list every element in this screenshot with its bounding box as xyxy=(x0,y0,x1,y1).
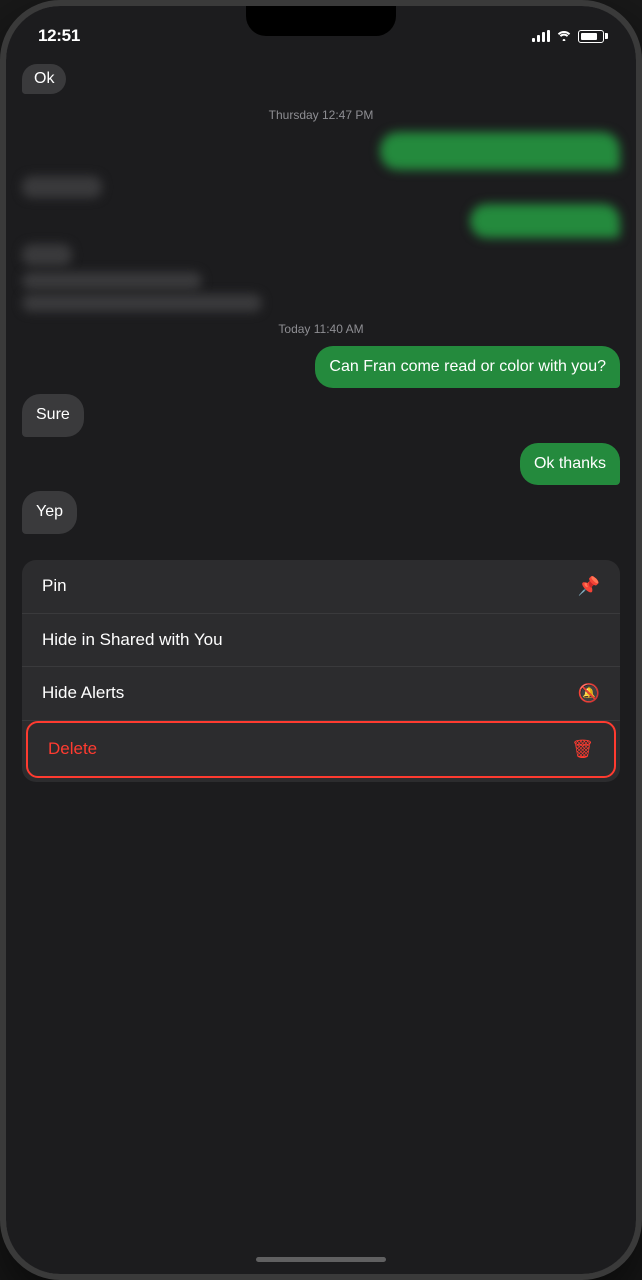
delete-label: Delete xyxy=(48,739,97,759)
list-item xyxy=(22,204,620,238)
list-item xyxy=(22,272,620,312)
timestamp-thursday: Thursday 12:47 PM xyxy=(22,108,620,122)
status-time: 12:51 xyxy=(38,26,80,46)
message-bubble-outgoing: Ok thanks xyxy=(520,443,620,485)
wifi-icon xyxy=(556,28,572,44)
signal-icon xyxy=(532,30,550,42)
menu-item-hide-alerts[interactable]: Hide Alerts 🔕 xyxy=(22,667,620,721)
pin-icon: 📌 xyxy=(578,576,600,597)
notch xyxy=(246,6,396,36)
list-item xyxy=(22,244,620,266)
list-item: Can Fran come read or color with you? xyxy=(22,346,620,388)
list-item xyxy=(22,132,620,170)
menu-item-hide-shared[interactable]: Hide in Shared with You xyxy=(22,614,620,667)
menu-item-pin[interactable]: Pin 📌 xyxy=(22,560,620,614)
hide-alerts-icon: 🔕 xyxy=(578,683,600,704)
screen: 12:51 xyxy=(6,6,636,1274)
context-menu: Pin 📌 Hide in Shared with You Hide Alert… xyxy=(22,560,620,782)
phone-frame: 12:51 xyxy=(0,0,642,1280)
list-item: Ok thanks xyxy=(22,443,620,485)
timestamp-today: Today 11:40 AM xyxy=(22,322,620,336)
list-item: Yep xyxy=(22,491,620,533)
message-bubble-incoming: Yep xyxy=(22,491,77,533)
list-item: Ok xyxy=(22,64,620,98)
trash-icon: 🗑 xyxy=(571,739,594,760)
hide-alerts-label: Hide Alerts xyxy=(42,683,124,703)
chat-area: Ok Thursday 12:47 PM xyxy=(6,64,636,544)
home-indicator xyxy=(256,1257,386,1262)
menu-item-delete[interactable]: Delete 🗑 xyxy=(26,721,616,778)
hide-shared-label: Hide in Shared with You xyxy=(42,630,223,650)
message-bubble-incoming: Sure xyxy=(22,394,84,436)
status-icons xyxy=(532,28,604,44)
pin-label: Pin xyxy=(42,576,67,596)
battery-icon xyxy=(578,30,604,43)
list-item xyxy=(22,176,620,198)
list-item: Sure xyxy=(22,394,620,436)
message-bubble-outgoing: Can Fran come read or color with you? xyxy=(315,346,620,388)
